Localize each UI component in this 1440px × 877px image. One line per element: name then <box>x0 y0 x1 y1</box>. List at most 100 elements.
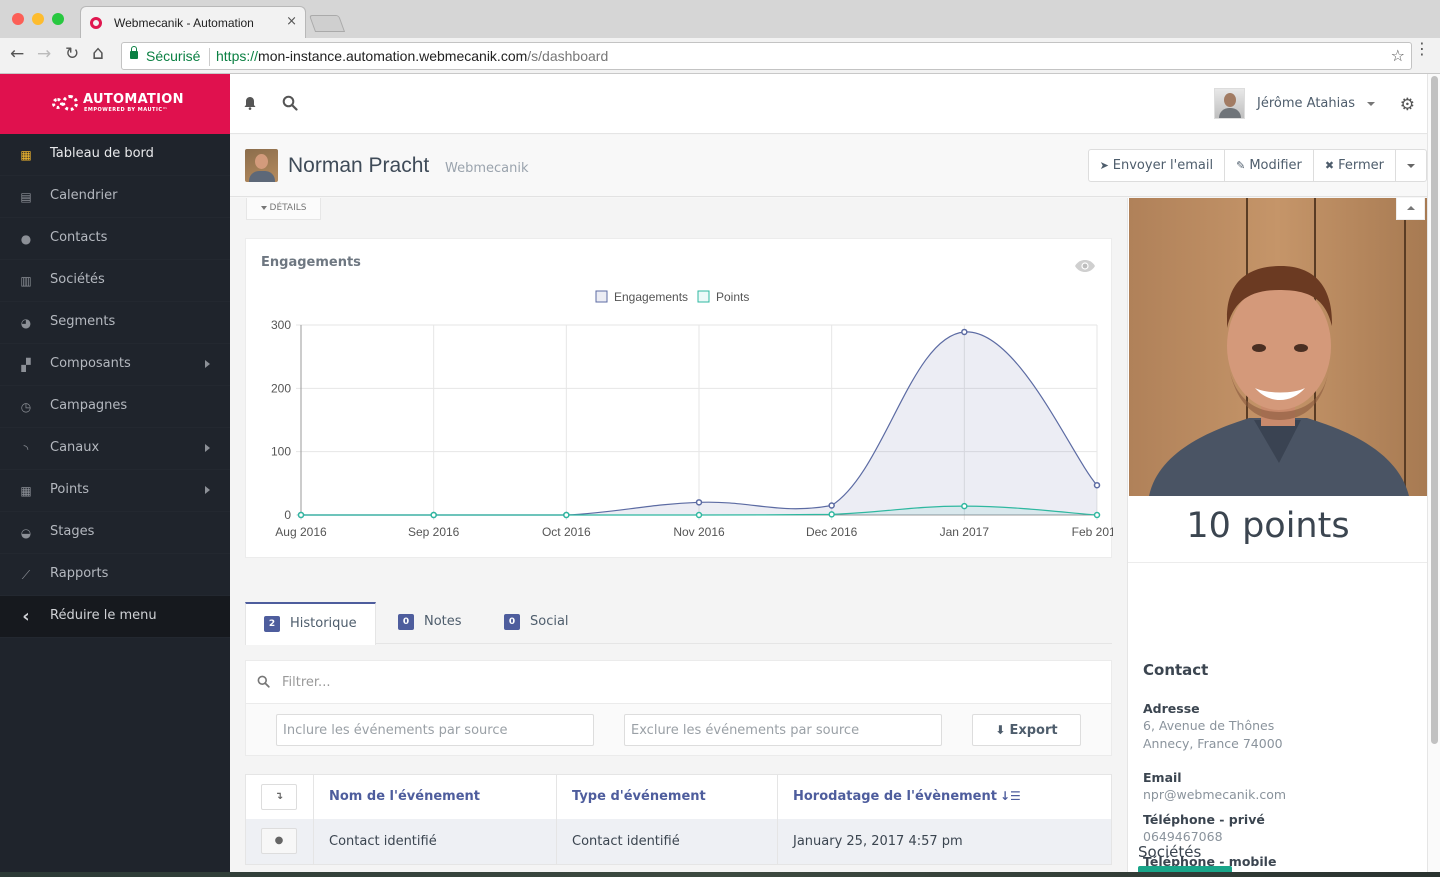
details-toggle[interactable]: DÉTAILS <box>246 198 321 220</box>
filter-panel: ⬇Export <box>245 660 1112 756</box>
more-actions-dropdown[interactable] <box>1396 150 1426 181</box>
export-button[interactable]: ⬇ Export <box>972 714 1081 746</box>
url-path: /s/dashboard <box>527 48 609 64</box>
collapse-menu-button[interactable]: ‹ Réduire le menu <box>0 596 230 638</box>
expand-all-button[interactable]: ↴ <box>261 783 297 810</box>
engagements-card: Engagements 0 100 200 300 Aug 2016 Sep 2016 Oc… <box>245 238 1113 558</box>
sidebar: AUTOMATION EMPOWERED BY MAUTIC™ ▦ Tableau… <box>0 74 230 872</box>
y-tick-label: 300 <box>271 318 291 332</box>
window-close-button[interactable] <box>12 13 24 25</box>
sidebar-item-segments[interactable]: ◕ Segments <box>0 302 230 344</box>
close-label: Fermer <box>1338 158 1384 173</box>
bell-icon[interactable] <box>243 96 257 110</box>
count-badge: 0 <box>504 614 520 630</box>
column-header-timestamp[interactable]: Horodatage de l'évènement ↓☰ <box>777 774 1112 819</box>
calculator-icon: ▦ <box>20 484 32 498</box>
edit-button[interactable]: ✎ Modifier <box>1225 150 1314 181</box>
contact-company[interactable]: Webmecanik <box>445 161 529 176</box>
user-icon[interactable]: ● <box>261 828 297 855</box>
forward-icon[interactable]: → <box>37 44 51 64</box>
x-tick-label: Feb 2017 <box>1072 525 1113 539</box>
address-bar[interactable]: Sécurisé https://mon-instance.automation… <box>121 42 1412 70</box>
pie-chart-icon: ◕ <box>20 316 32 330</box>
email-value[interactable]: npr@webmecanik.com <box>1143 786 1286 804</box>
collapse-panel-button[interactable] <box>1396 198 1425 220</box>
chevron-down-icon <box>1407 164 1415 168</box>
dashboard-icon: ▦ <box>20 148 32 162</box>
column-header-type[interactable]: Type d'événement <box>556 774 778 819</box>
x-tick-label: Jan 2017 <box>940 525 990 539</box>
user-menu[interactable]: Jérôme Atahias <box>1205 88 1375 120</box>
browser-tab[interactable]: Webmecanik - Automation × <box>80 6 306 38</box>
scrollbar-thumb[interactable] <box>1431 76 1438 744</box>
sidebar-item-tableau-de-bord[interactable]: ▦ Tableau de bord <box>0 134 230 176</box>
gear-icon[interactable]: ⚙ <box>1400 95 1415 115</box>
data-point-points <box>828 511 835 518</box>
sidebar-item-points[interactable]: ▦ Points <box>0 470 230 512</box>
page-scrollbar[interactable] <box>1427 74 1440 872</box>
contact-section-title: Contact <box>1143 661 1209 679</box>
send-email-label: Envoyer l'email <box>1112 158 1214 173</box>
bookmark-star-icon[interactable]: ☆ <box>1391 46 1405 65</box>
x-tick-label: Sep 2016 <box>408 525 460 539</box>
reload-icon[interactable]: ↻ <box>65 44 79 64</box>
send-email-button[interactable]: ➤ Envoyer l'email <box>1089 150 1226 181</box>
legend-swatch-points <box>697 290 710 303</box>
sidebar-item-calendrier[interactable]: ▤ Calendrier <box>0 176 230 218</box>
chevron-right-icon <box>205 444 210 452</box>
sidebar-item-label: Points <box>50 482 90 497</box>
brand-logo[interactable]: AUTOMATION EMPOWERED BY MAUTIC™ <box>0 74 230 134</box>
sidebar-item-campagnes[interactable]: ◷ Campagnes <box>0 386 230 428</box>
tab-label: Notes <box>424 614 462 629</box>
url-text[interactable]: https://mon-instance.automation.webmecan… <box>216 48 608 64</box>
y-tick-label: 0 <box>284 508 291 522</box>
sidebar-item-stages[interactable]: ◒ Stages <box>0 512 230 554</box>
window-zoom-button[interactable] <box>52 13 64 25</box>
legend-label: Points <box>716 290 749 304</box>
url-host: mon-instance.automation.webmecanik.com <box>258 48 528 64</box>
data-point-engagements <box>695 499 703 506</box>
tab-social[interactable]: 0 Social <box>486 602 587 644</box>
sidebar-item-canaux[interactable]: ◝ Canaux <box>0 428 230 470</box>
tab-title: Webmecanik - Automation <box>114 16 254 30</box>
details-label: DÉTAILS <box>269 203 307 213</box>
edit-label: Modifier <box>1249 158 1302 173</box>
data-point-points <box>695 511 703 519</box>
expand-all-cell: ↴ <box>245 774 314 819</box>
tab-close-icon[interactable]: × <box>286 14 297 29</box>
eye-icon[interactable] <box>1074 259 1096 273</box>
y-tick-label: 100 <box>271 445 291 459</box>
legend-label: Engagements <box>614 290 688 304</box>
table-row[interactable]: ● Contact identifié Contact identifié Janua… <box>245 818 1112 865</box>
event-name-cell: Contact identifié <box>313 818 557 865</box>
tab-notes[interactable]: 0 Notes <box>380 602 480 644</box>
user-name: Jérôme Atahias <box>1257 96 1355 111</box>
tab-historique[interactable]: 2 Historique <box>245 602 376 645</box>
collapse-menu-label: Réduire le menu <box>50 608 157 623</box>
points-value: 10 points <box>1186 506 1350 546</box>
include-source-input[interactable] <box>276 714 594 746</box>
browser-menu-icon[interactable]: ⋮ <box>1414 41 1430 57</box>
new-tab-button[interactable] <box>308 15 346 32</box>
user-avatar <box>1214 88 1245 119</box>
sidebar-item-rapports[interactable]: ⟋ Rapports <box>0 554 230 596</box>
close-button[interactable]: ✖ Fermer <box>1314 150 1396 181</box>
row-icon-cell: ● <box>245 818 314 865</box>
sidebar-item-societes[interactable]: ▥ Sociétés <box>0 260 230 302</box>
window-minimize-button[interactable] <box>32 13 44 25</box>
sidebar-item-contacts[interactable]: ● Contacts <box>0 218 230 260</box>
x-tick-label: Nov 2016 <box>673 525 725 539</box>
app: AUTOMATION EMPOWERED BY MAUTIC™ ▦ Tableau… <box>0 74 1440 872</box>
sidebar-item-composants[interactable]: ▞ Composants <box>0 344 230 386</box>
exclude-source-input[interactable] <box>624 714 942 746</box>
paper-plane-icon: ➤ <box>1099 159 1109 172</box>
back-icon[interactable]: ← <box>10 44 24 64</box>
filter-input[interactable] <box>282 669 1082 695</box>
gears-icon <box>52 95 80 111</box>
line-chart-icon: ⟋ <box>21 568 31 582</box>
contact-photo <box>1129 198 1427 496</box>
omnibox-divider <box>209 48 210 66</box>
search-icon[interactable] <box>282 95 298 111</box>
home-icon[interactable]: ⌂ <box>92 42 104 64</box>
column-header-name[interactable]: Nom de l'événement <box>313 774 557 819</box>
